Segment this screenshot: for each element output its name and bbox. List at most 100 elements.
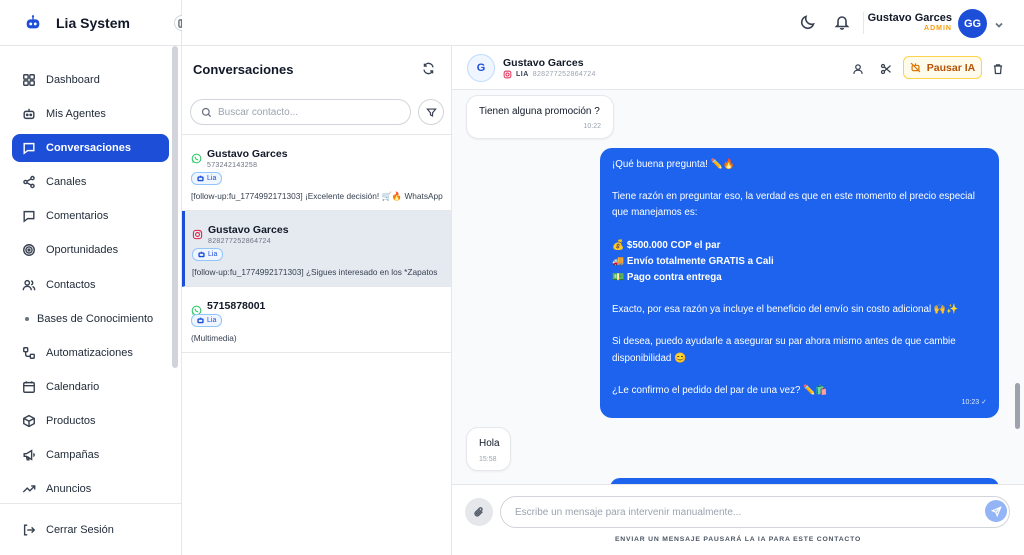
theme-toggle-button[interactable] [800, 14, 816, 30]
conversation-item-active[interactable]: Gustavo Garces 828277252864724 Lia [foll… [182, 211, 451, 287]
conversation-phone: 828277252864724 [208, 238, 271, 245]
sidebar-item-label: Conversaciones [46, 142, 131, 155]
user-icon[interactable] [852, 62, 864, 74]
top-bar: Gustavo Garces ADMIN GG [182, 0, 1024, 46]
sidebar-item-label: Bases de Conocimiento [37, 312, 154, 325]
send-button[interactable] [985, 500, 1007, 522]
chat-scrollbar[interactable] [1015, 383, 1020, 429]
trending-icon [22, 485, 36, 493]
sidebar-item-anuncios[interactable]: Anuncios [12, 475, 169, 503]
agent-tag: Lia [192, 248, 224, 261]
whatsapp-icon [191, 151, 202, 164]
attach-button[interactable] [465, 498, 493, 526]
user-avatar[interactable]: GG [958, 9, 987, 38]
user-role-badge: ADMIN [924, 25, 952, 32]
agent-tag: Lia [191, 314, 223, 327]
conversation-phone: 573242143258 [207, 162, 258, 169]
message-line: ¿Le confirmo el pedido del par de una ve… [612, 384, 828, 396]
divider [863, 12, 864, 34]
sidebar-item-oportunidades[interactable]: Oportunidades [12, 236, 169, 264]
user-name: Gustavo Garces [867, 12, 952, 24]
contact-meta: LIA 828277252864724 [503, 70, 596, 79]
conversation-name: Gustavo Garces [207, 148, 288, 160]
trash-icon[interactable] [992, 62, 1004, 75]
conversation-list: Gustavo Garces 573242143258 Lia [follow-… [182, 134, 451, 353]
dot-icon [25, 316, 29, 321]
sidebar-item-contactos[interactable]: Contactos [12, 271, 169, 299]
message-input[interactable] [500, 496, 1010, 528]
message-line: 🚚 Envío totalmente GRATIS a Cali [612, 255, 774, 267]
message-time: 15:58 [479, 456, 497, 463]
sidebar-item-automatizaciones[interactable]: Automatizaciones [12, 339, 169, 367]
sidebar-item-label: Anuncios [46, 483, 92, 496]
sidebar-item-calendario[interactable]: Calendario [12, 373, 169, 401]
bell-icon [834, 16, 850, 30]
whatsapp-icon [191, 303, 202, 316]
robot-icon [23, 108, 35, 120]
target-icon [23, 244, 35, 257]
sidebar-item-dashboard[interactable]: Dashboard [12, 66, 169, 94]
search-icon [201, 107, 212, 117]
sidebar: Lia System Dashboard Mis Agentes Convers… [0, 0, 182, 555]
message-line: Tiene razón en preguntar eso, la verdad … [612, 191, 975, 219]
brand-name: Lia System [56, 14, 130, 31]
chat-icon [23, 143, 35, 155]
conversations-panel: Conversaciones Gustavo Garces 5732421432… [182, 46, 452, 555]
chevron-down-icon[interactable] [994, 17, 1004, 28]
sidebar-item-label: Oportunidades [46, 244, 119, 257]
megaphone-icon [23, 449, 35, 461]
sidebar-item-campanas[interactable]: Campañas [12, 441, 169, 469]
composer-hint: ENVIAR UN MENSAJE PAUSARÁ LA IA PARA EST… [614, 536, 862, 543]
search-contact-field[interactable] [190, 99, 411, 125]
refresh-icon[interactable] [422, 62, 435, 75]
agent-tag: Lia [191, 172, 223, 185]
sidebar-item-comentarios[interactable]: Comentarios [12, 202, 169, 230]
sidebar-item-conversaciones[interactable]: Conversaciones [12, 134, 169, 163]
message-text: Hola [479, 438, 500, 449]
message-line: 💰 $500.000 COP el par [612, 239, 721, 251]
sidebar-item-productos[interactable]: Productos [12, 407, 169, 435]
message-time: 10:22 [583, 123, 601, 130]
sidebar-item-label: Campañas [46, 449, 100, 462]
search-input[interactable] [218, 106, 398, 118]
grid-icon [23, 74, 35, 86]
calendar-icon [23, 381, 35, 393]
logout-label: Cerrar Sesión [46, 523, 114, 536]
composer: ENVIAR UN MENSAJE PAUSARÁ LA IA PARA EST… [452, 484, 1024, 555]
message-line: ¡Qué buena pregunta! ✏️🔥 [612, 159, 735, 170]
logout-button[interactable]: Cerrar Sesión [0, 503, 181, 555]
sidebar-item-label: Calendario [46, 380, 100, 393]
message-time: 10:23 ✓ [961, 398, 987, 406]
sidebar-scrollbar[interactable] [172, 46, 178, 368]
sidebar-item-bases-de-conocimiento[interactable]: Bases de Conocimiento [12, 305, 169, 333]
sidebar-item-mis-agentes[interactable]: Mis Agentes [12, 100, 169, 128]
message-incoming: Hola 15:58 [466, 427, 511, 471]
box-icon [23, 414, 35, 428]
conversation-preview: [follow-up:fu_1774992171303] ¿Sigues int… [192, 267, 438, 277]
message-outgoing: ¡Qué buena pregunta! ✏️🔥 Tiene razón en … [600, 148, 999, 418]
message-line: Exacto, por esa razón ya incluye el bene… [612, 304, 959, 316]
conversation-item[interactable]: Gustavo Garces 573242143258 Lia [follow-… [182, 135, 451, 211]
chat-header: G Gustavo Garces LIA 828277252864724 Pau… [452, 46, 1024, 90]
contact-name: Gustavo Garces [503, 57, 584, 69]
brand[interactable]: Lia System [0, 0, 181, 46]
instagram-icon [192, 227, 203, 240]
conversation-name: 5715878001 [207, 300, 266, 312]
filter-icon [425, 107, 437, 117]
conversation-preview: [follow-up:fu_1774992171303] ¡Excelente … [191, 191, 443, 201]
sidebar-item-label: Automatizaciones [46, 346, 133, 359]
comment-icon [23, 211, 35, 224]
contact-avatar: G [467, 54, 495, 82]
filter-button[interactable] [418, 99, 444, 125]
conversation-item[interactable]: 5715878001 Lia (Multimedia) [182, 287, 451, 353]
sidebar-item-canales[interactable]: Canales [12, 168, 169, 196]
sidebar-nav: Dashboard Mis Agentes Conversaciones Can… [0, 46, 181, 503]
pause-ai-button[interactable]: Pausar IA [903, 56, 982, 79]
message-line: Si desea, puedo ayudarle a asegurar su p… [612, 336, 956, 364]
paperclip-icon [474, 507, 483, 517]
conversation-name: Gustavo Garces [208, 224, 289, 236]
notifications-button[interactable] [834, 14, 850, 30]
moon-icon [800, 15, 815, 30]
conversations-title: Conversaciones [193, 61, 294, 77]
scissors-icon[interactable] [880, 62, 892, 75]
